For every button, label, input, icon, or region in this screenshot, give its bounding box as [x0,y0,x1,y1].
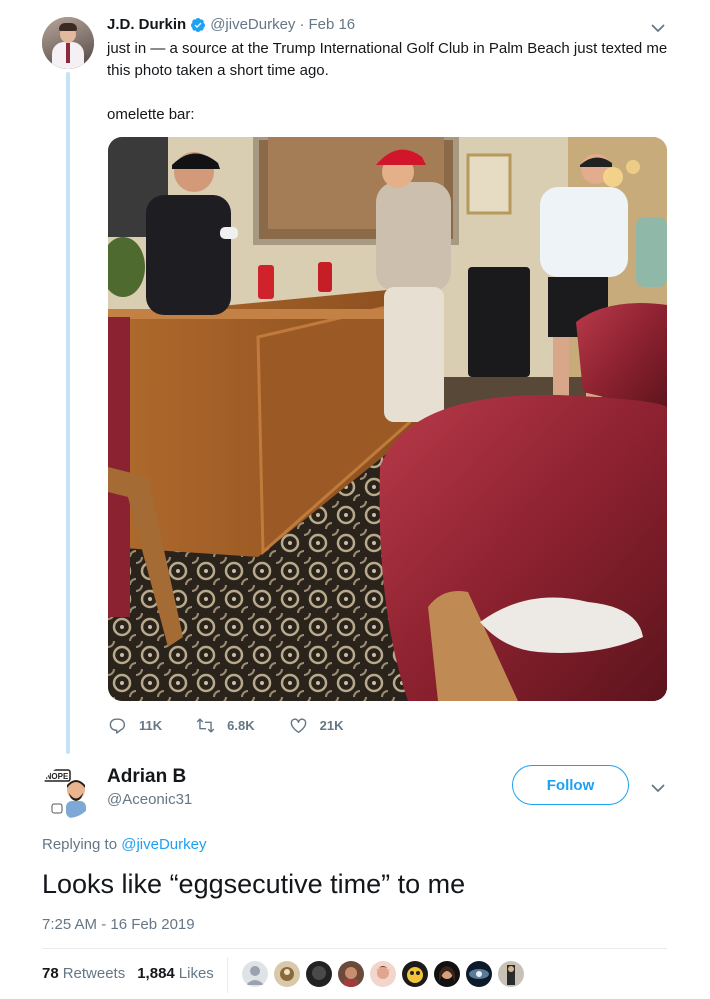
reply-tweet-text: Looks like “eggsecutive time” to me [42,869,466,899]
retweet-count: 6.8K [227,718,255,733]
tweet-photo[interactable] [108,137,667,701]
chevron-down-icon[interactable] [650,20,666,36]
liker-avatar[interactable] [498,961,524,987]
author-handle[interactable]: @jiveDurkey [210,16,295,33]
liker-avatars [242,961,530,987]
author-name[interactable]: J.D. Durkin [107,16,186,33]
liker-avatar[interactable] [242,961,268,987]
separator-dot: · [299,16,305,33]
thread-connector-line [66,72,70,754]
tweet-header: J.D. Durkin @jiveDurkey · Feb 16 [107,16,355,33]
reply-author-name[interactable]: Adrian B [107,766,186,788]
retweets-stat-count: 78 [42,965,59,982]
retweet-button[interactable]: 6.8K [196,716,255,735]
reply-author-handle[interactable]: @Aceonic31 [107,791,192,808]
retweet-icon [197,718,215,733]
verified-icon [190,17,206,33]
replying-to: Replying to @jiveDurkey [42,836,206,853]
avatar-badge-text: NOPE [46,772,69,781]
reply-count: 11K [139,718,163,733]
likes-stat-count: 1,884 [137,965,175,982]
reply-button[interactable]: 11K [108,716,162,735]
heart-icon [290,718,306,733]
liker-avatar[interactable] [338,961,364,987]
liker-avatar[interactable] [466,961,492,987]
replying-handle-link[interactable]: @jiveDurkey [121,836,206,853]
like-count: 21K [319,718,344,733]
stats-separator [227,957,228,993]
chevron-down-icon[interactable] [650,780,666,796]
reply-author-avatar[interactable]: NOPE [42,766,94,818]
reply-icon [109,718,126,734]
tweet-actions: 11K 6.8K 21K [108,716,377,735]
likes-stat[interactable]: 1,884 Likes [137,965,214,982]
follow-button[interactable]: Follow [512,765,629,805]
tweet-date[interactable]: Feb 16 [308,16,355,33]
liker-avatar[interactable] [370,961,396,987]
replying-prefix: Replying to [42,836,118,853]
like-button[interactable]: 21K [289,716,344,735]
liker-avatar[interactable] [274,961,300,987]
liker-avatar[interactable] [402,961,428,987]
tweet-stats: 78 Retweets 1,884 Likes [42,965,226,982]
likes-stat-label: Likes [178,965,214,982]
liker-avatar[interactable] [434,961,460,987]
reply-timestamp[interactable]: 7:25 AM - 16 Feb 2019 [42,916,195,933]
tweet-text: just in — a source at the Trump Internat… [107,38,672,148]
liker-avatar[interactable] [306,961,332,987]
retweets-stat-label: Retweets [62,965,126,982]
divider [42,948,667,949]
author-avatar[interactable] [42,17,94,69]
retweets-stat[interactable]: 78 Retweets [42,965,125,982]
tweet-text-paragraph: omelette bar: [107,106,195,123]
tweet-text-paragraph: just in — a source at the Trump Internat… [107,40,668,79]
